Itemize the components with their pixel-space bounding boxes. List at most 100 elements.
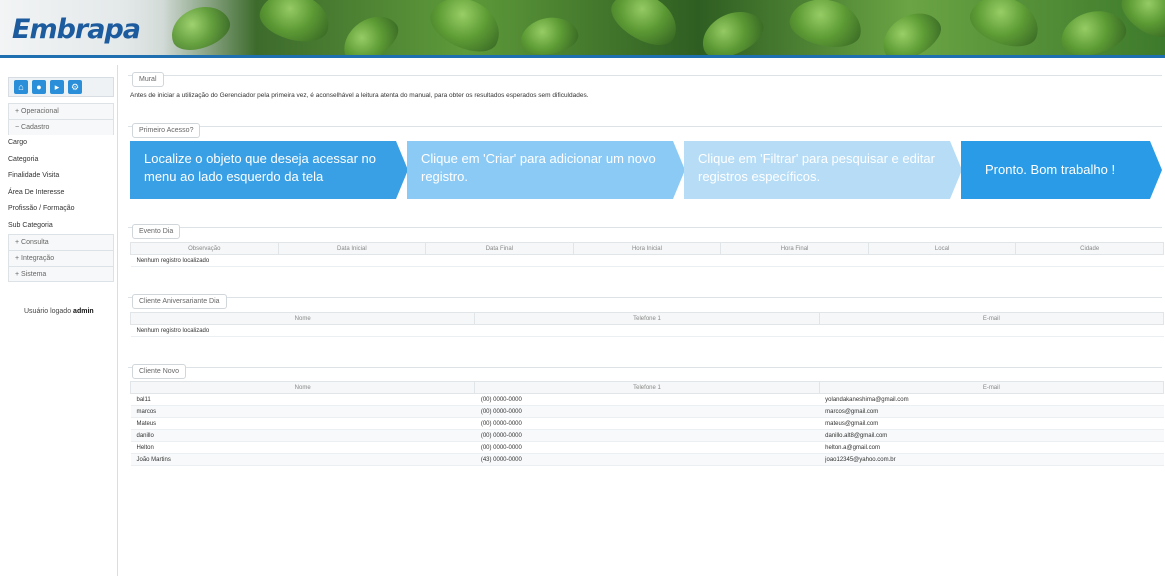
cell-nome: danillo — [130, 429, 475, 442]
divider — [128, 75, 1162, 76]
col-nome[interactable]: Nome — [129, 381, 476, 394]
cliente-novo-table-wrap: Nome Telefone 1 E-mail bal11 (00) 0000-0… — [129, 381, 1165, 466]
table-header-row: Nome Telefone 1 E-mail — [129, 312, 1165, 325]
table-row[interactable]: danillo (00) 0000-0000 danillo.alt8@gmai… — [130, 429, 1164, 442]
logged-user-label: Usuário logado — [24, 308, 72, 315]
menu-item-profissao-formacao[interactable]: Profissão / Formação — [3, 201, 114, 218]
aniversariante-table-wrap: Nome Telefone 1 E-mail Nenhum registro l… — [129, 312, 1165, 337]
leaf-decoration — [517, 13, 581, 55]
cell-email: danillo.alt8@gmail.com — [819, 429, 1164, 442]
flag-icon[interactable]: ▸ — [50, 80, 64, 94]
table-row[interactable]: João Martins (43) 0000-0000 joao12345@ya… — [130, 453, 1164, 466]
cliente-novo-legend-wrap: Cliente Novo — [132, 360, 187, 379]
empty-message: Nenhum registro localizado — [130, 254, 1164, 267]
onboarding-steps: Localize o objeto que deseja acessar no … — [130, 141, 1162, 199]
menu-section-cadastro[interactable]: − Cadastro — [8, 119, 114, 135]
leaf-decoration — [786, 0, 866, 53]
menu-section-consulta[interactable]: + Consulta — [8, 234, 114, 250]
cell-email: yolandakaneshima@gmail.com — [819, 393, 1164, 406]
aniversariante-table: Nome Telefone 1 E-mail Nenhum registro l… — [129, 312, 1165, 337]
col-hora-final[interactable]: Hora Final — [720, 242, 869, 255]
step-3: Clique em 'Filtrar' para pesquisar e edi… — [684, 141, 962, 199]
menu-item-cargo[interactable]: Cargo — [3, 135, 114, 152]
cell-email: joao12345@yahoo.com.br — [819, 453, 1164, 466]
col-data-final[interactable]: Data Final — [425, 242, 574, 255]
cell-telefone: (43) 0000-0000 — [474, 453, 820, 466]
step-2: Clique em 'Criar' para adicionar um novo… — [407, 141, 685, 199]
col-cidade[interactable]: Cidade — [1015, 242, 1164, 255]
leaf-decoration — [164, 0, 236, 55]
evento-dia-legend-wrap: Evento Dia — [132, 220, 181, 239]
cliente-novo-table: Nome Telefone 1 E-mail bal11 (00) 0000-0… — [129, 381, 1165, 466]
leaf-decoration — [603, 0, 687, 55]
divider — [128, 367, 1162, 368]
leaf-decoration — [874, 3, 948, 55]
col-observacao[interactable]: Observação — [130, 242, 279, 255]
col-data-inicial[interactable]: Data Inicial — [277, 242, 427, 255]
table-row[interactable]: marcos (00) 0000-0000 marcos@gmail.com — [130, 405, 1164, 418]
cell-email: marcos@gmail.com — [819, 405, 1164, 418]
cell-telefone: (00) 0000-0000 — [474, 441, 820, 454]
mural-legend: Mural — [132, 72, 164, 87]
cell-nome: Mateus — [130, 417, 475, 430]
home-icon[interactable]: ⌂ — [14, 80, 28, 94]
cell-telefone: (00) 0000-0000 — [474, 393, 820, 406]
mural-legend-wrap: Mural — [132, 68, 164, 87]
logged-user-name: admin — [73, 308, 94, 315]
menu-section-sistema[interactable]: + Sistema — [8, 266, 114, 282]
step-4: Pronto. Bom trabalho ! — [961, 141, 1162, 199]
table-header-row: Observação Data Inicial Data Final Hora … — [130, 242, 1164, 255]
col-nome[interactable]: Nome — [129, 312, 476, 325]
col-telefone[interactable]: Telefone 1 — [474, 312, 820, 325]
col-local[interactable]: Local — [867, 242, 1017, 255]
menu-item-sub-categoria[interactable]: Sub Categoria — [3, 218, 114, 235]
menu-section-integracao[interactable]: + Integração — [8, 250, 114, 266]
cell-nome: João Martins — [130, 453, 475, 466]
cell-email: mateus@gmail.com — [819, 417, 1164, 430]
step-1: Localize o objeto que deseja acessar no … — [130, 141, 408, 199]
cell-nome: Helton — [130, 441, 475, 454]
leaf-decoration — [694, 2, 770, 55]
divider — [128, 126, 1162, 127]
table-row: Nenhum registro localizado — [130, 254, 1164, 267]
leaf-decoration — [964, 0, 1046, 55]
divider — [128, 297, 1162, 298]
col-telefone[interactable]: Telefone 1 — [474, 381, 820, 394]
table-row[interactable]: Mateus (00) 0000-0000 mateus@gmail.com — [130, 417, 1164, 430]
leaf-decoration — [423, 0, 509, 55]
cell-telefone: (00) 0000-0000 — [474, 405, 820, 418]
mural-text: Antes de iniciar a utilização do Gerenci… — [130, 92, 589, 99]
app-header: Embrapa — [0, 0, 1165, 58]
leaf-decoration — [255, 0, 335, 49]
table-row[interactable]: Helton (00) 0000-0000 helton.a@gmail.com — [130, 441, 1164, 454]
settings-icon[interactable]: ⚙ — [68, 80, 82, 94]
menu-item-finalidade-visita[interactable]: Finalidade Visita — [3, 168, 114, 185]
menu-item-categoria[interactable]: Categoria — [3, 152, 114, 169]
table-row: Nenhum registro localizado — [130, 324, 1164, 337]
cell-nome: marcos — [130, 405, 475, 418]
divider — [128, 227, 1162, 228]
menu-item-area-de-interesse[interactable]: Área De Interesse — [3, 185, 114, 202]
cell-telefone: (00) 0000-0000 — [474, 429, 820, 442]
table-header-row: Nome Telefone 1 E-mail — [129, 381, 1165, 394]
cell-email: helton.a@gmail.com — [819, 441, 1164, 454]
sidebar-toolbar: ⌂ ● ▸ ⚙ — [8, 77, 114, 97]
leaf-decoration — [1055, 4, 1131, 55]
col-hora-inicial[interactable]: Hora Inicial — [572, 242, 722, 255]
embrapa-logo[interactable]: Embrapa — [12, 14, 141, 45]
aniversariante-legend: Cliente Aniversariante Dia — [132, 294, 227, 309]
logged-user-info: Usuário logado admin — [24, 308, 94, 315]
primeiro-acesso-legend: Primeiro Acesso? — [132, 123, 201, 138]
col-email[interactable]: E-mail — [818, 381, 1165, 394]
cell-nome: bal11 — [130, 393, 475, 406]
menu-section-operacional[interactable]: + Operacional — [8, 103, 114, 119]
col-email[interactable]: E-mail — [818, 312, 1165, 325]
user-icon[interactable]: ● — [32, 80, 46, 94]
evento-dia-table: Observação Data Inicial Data Final Hora … — [130, 242, 1164, 267]
sidebar-menu: + Operacional − Cadastro Cargo Categoria… — [8, 103, 114, 282]
cell-telefone: (00) 0000-0000 — [474, 417, 820, 430]
table-row[interactable]: bal11 (00) 0000-0000 yolandakaneshima@gm… — [130, 393, 1164, 406]
evento-dia-legend: Evento Dia — [132, 224, 181, 239]
cliente-novo-legend: Cliente Novo — [132, 364, 187, 379]
aniversariante-legend-wrap: Cliente Aniversariante Dia — [132, 290, 227, 309]
